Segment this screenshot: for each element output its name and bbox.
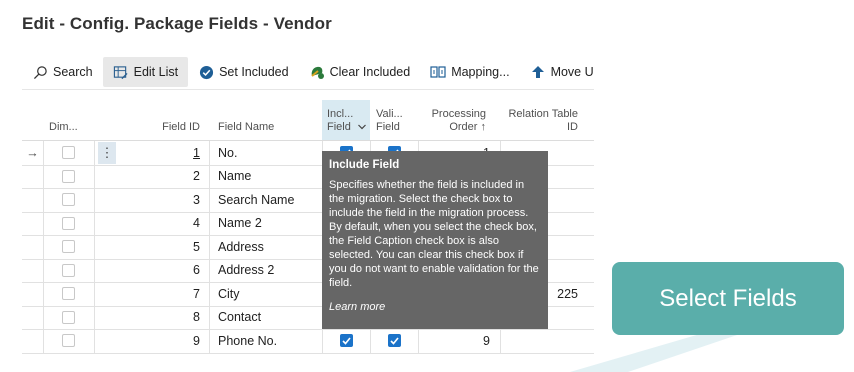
field-id-cell: 6 bbox=[193, 263, 200, 277]
dimension-checkbox[interactable] bbox=[43, 282, 94, 305]
column-header-relation-table-id[interactable]: Relation Table ID bbox=[502, 100, 578, 140]
dimension-checkbox[interactable] bbox=[43, 306, 94, 329]
include-field-checkbox[interactable] bbox=[322, 329, 370, 352]
dimension-checkbox[interactable] bbox=[43, 141, 94, 164]
table-row[interactable]: 9 Phone No. 9 bbox=[22, 329, 594, 354]
field-name-cell: Name 2 bbox=[218, 216, 262, 230]
field-id-cell: 5 bbox=[193, 239, 200, 254]
move-up-button-label: Move Up bbox=[550, 65, 594, 79]
tooltip-body: Specifies whether the field is included … bbox=[329, 179, 539, 289]
clear-included-button-label: Clear Included bbox=[329, 65, 411, 79]
set-included-button[interactable]: Set Included bbox=[188, 57, 299, 87]
chevron-down-icon[interactable] bbox=[357, 121, 366, 134]
edit-list-icon bbox=[113, 64, 129, 80]
clear-icon bbox=[309, 64, 325, 80]
action-bar: Search Edit List Set Included Clear Incl… bbox=[22, 56, 594, 88]
search-icon bbox=[32, 64, 48, 80]
row-marker-arrow-icon: → bbox=[26, 145, 39, 160]
field-id-cell: 4 bbox=[193, 216, 200, 230]
clear-included-button[interactable]: Clear Included bbox=[299, 57, 421, 87]
table-header: Dim... Field ID Field Name Incl... Field… bbox=[22, 100, 594, 141]
column-header-processing-order[interactable]: Processing Order ↑ bbox=[422, 100, 486, 140]
column-header-field-id[interactable]: Field ID bbox=[118, 100, 200, 140]
relation-table-id-cell bbox=[500, 329, 578, 352]
mapping-button[interactable]: Mapping... bbox=[420, 57, 519, 87]
include-field-tooltip: Include Field Specifies whether the fiel… bbox=[322, 151, 548, 329]
column-header-dim[interactable]: Dim... bbox=[49, 100, 99, 140]
move-up-button[interactable]: Move Up bbox=[520, 57, 594, 87]
callout-text: Select Fields bbox=[659, 284, 797, 312]
check-circle-icon bbox=[198, 64, 214, 80]
ellipsis-vertical-icon: ⋮ bbox=[98, 141, 116, 164]
select-fields-callout: Select Fields bbox=[612, 262, 844, 335]
field-name-cell: Address bbox=[218, 239, 264, 254]
field-id-cell: 8 bbox=[193, 310, 200, 324]
field-name-cell: Search Name bbox=[218, 192, 295, 207]
field-id-cell: 7 bbox=[193, 286, 200, 301]
processing-order-cell: 9 bbox=[483, 333, 490, 348]
dimension-checkbox[interactable] bbox=[43, 212, 94, 235]
dimension-checkbox[interactable] bbox=[43, 329, 94, 352]
field-name-cell: Contact bbox=[218, 310, 262, 324]
field-name-cell: Address 2 bbox=[218, 263, 275, 277]
search-button[interactable]: Search bbox=[22, 57, 103, 87]
field-id-cell: 2 bbox=[193, 169, 200, 183]
field-name-cell: Name bbox=[218, 169, 252, 183]
dimension-checkbox[interactable] bbox=[43, 188, 94, 211]
arrow-up-icon bbox=[530, 64, 546, 80]
dimension-checkbox[interactable] bbox=[43, 259, 94, 282]
field-id-cell: 3 bbox=[193, 192, 200, 207]
toolbar-divider bbox=[22, 89, 594, 90]
column-header-validate-field[interactable]: Vali... Field bbox=[376, 100, 416, 140]
column-header-include-field[interactable]: Incl... Field bbox=[322, 100, 370, 140]
page-title: Edit - Config. Package Fields - Vendor bbox=[22, 14, 332, 33]
column-header-field-name[interactable]: Field Name bbox=[218, 100, 308, 140]
learn-more-link[interactable]: Learn more bbox=[329, 300, 541, 314]
set-included-button-label: Set Included bbox=[219, 65, 289, 79]
edit-list-button-label: Edit List bbox=[133, 65, 179, 79]
field-id-cell: 9 bbox=[193, 333, 200, 348]
mapping-icon bbox=[430, 64, 446, 80]
tooltip-title: Include Field bbox=[329, 159, 400, 171]
row-menu-button[interactable]: ⋮ bbox=[97, 141, 117, 164]
dimension-checkbox[interactable] bbox=[43, 235, 94, 258]
dimension-checkbox[interactable] bbox=[43, 165, 94, 188]
validate-field-checkbox[interactable] bbox=[370, 329, 418, 352]
field-name-cell: Phone No. bbox=[218, 333, 278, 348]
mapping-button-label: Mapping... bbox=[451, 65, 510, 79]
search-button-label: Search bbox=[53, 65, 93, 79]
field-id-cell: 1 bbox=[193, 145, 200, 160]
field-name-cell: No. bbox=[218, 145, 238, 160]
field-name-cell: City bbox=[218, 286, 240, 301]
edit-list-button[interactable]: Edit List bbox=[102, 57, 189, 87]
